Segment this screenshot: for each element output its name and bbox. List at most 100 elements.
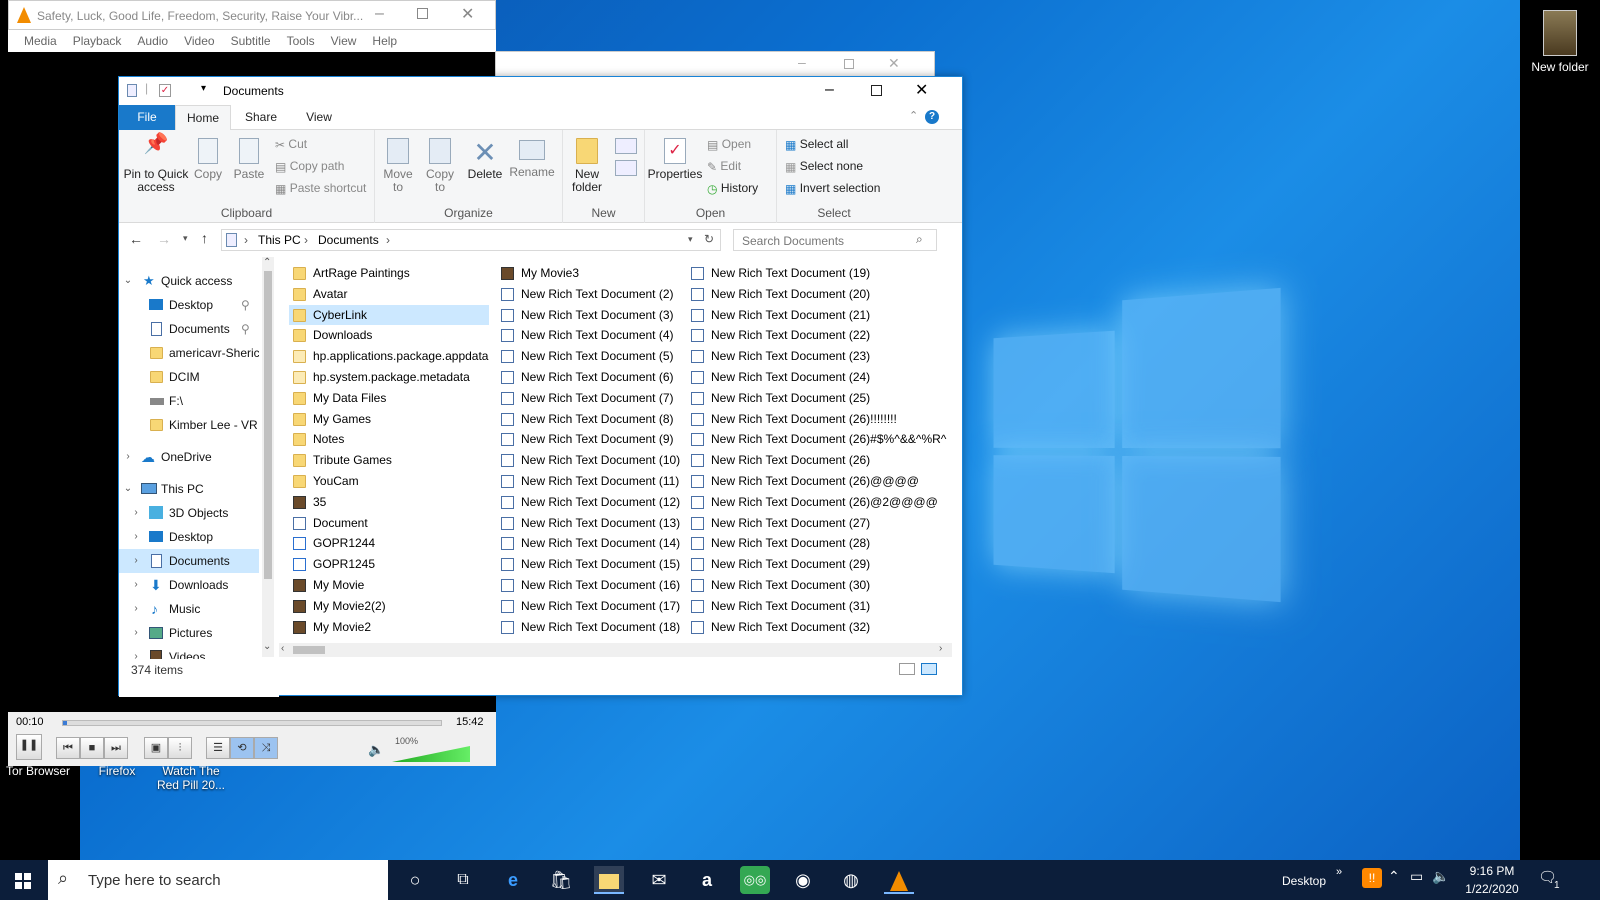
stop-button[interactable]: ■ bbox=[80, 737, 104, 759]
nav-quick-access[interactable]: ⌄ ★ Quick access bbox=[119, 269, 259, 293]
nav-3d-objects[interactable]: › 3D Objects bbox=[119, 501, 259, 525]
history-button[interactable]: ◷ History bbox=[707, 178, 758, 198]
scroll-down-icon[interactable]: ⌄ bbox=[263, 641, 271, 652]
file-item[interactable]: New Rich Text Document (29) bbox=[687, 554, 962, 575]
file-item[interactable]: 35 bbox=[289, 492, 489, 513]
file-item[interactable]: New Rich Text Document (30) bbox=[687, 575, 962, 596]
paste-button[interactable]: Paste bbox=[231, 138, 267, 181]
file-item[interactable]: My Movie2(2) bbox=[289, 596, 489, 617]
previous-button[interactable]: ⏮ bbox=[56, 737, 80, 759]
file-item[interactable]: New Rich Text Document (7) bbox=[497, 388, 679, 409]
desktop-icon-firefox[interactable]: Firefox bbox=[86, 764, 148, 778]
file-item[interactable]: hp.applications.package.appdata bbox=[289, 346, 489, 367]
easy-access-icon[interactable] bbox=[615, 160, 637, 176]
search-box[interactable]: Search Documents ⌕ bbox=[733, 229, 937, 251]
properties-button[interactable]: ✓ Properties bbox=[647, 138, 703, 181]
nav-documents-quick[interactable]: Documents ⚲ bbox=[119, 317, 259, 341]
explorer-title-bar[interactable]: | ✓ ▾ Documents – ✕ bbox=[119, 77, 962, 105]
battery-icon[interactable]: ▭ bbox=[1410, 868, 1423, 885]
file-item[interactable]: ArtRage Paintings bbox=[289, 263, 489, 284]
file-item[interactable]: New Rich Text Document (3) bbox=[497, 305, 679, 326]
horizontal-scrollbar[interactable]: ‹ › bbox=[279, 643, 952, 657]
cut-button[interactable]: ✂ Cut bbox=[275, 134, 307, 154]
crumb-this-pc[interactable]: This PC bbox=[258, 233, 301, 247]
cortana-icon[interactable]: ○ bbox=[400, 866, 430, 894]
collapse-ribbon-icon[interactable]: ⌃ bbox=[909, 109, 918, 122]
select-all-button[interactable]: ▦ Select all bbox=[785, 134, 848, 154]
minimize-button[interactable]: – bbox=[798, 54, 806, 70]
menu-tools[interactable]: Tools bbox=[279, 30, 323, 52]
file-explorer-taskbar-icon[interactable] bbox=[594, 866, 624, 894]
volume-slider[interactable] bbox=[392, 746, 470, 762]
camera-app-icon[interactable]: ◉ bbox=[788, 866, 818, 894]
nav-onedrive[interactable]: › ☁ OneDrive bbox=[119, 445, 259, 469]
tab-share[interactable]: Share bbox=[233, 105, 289, 130]
volume-icon[interactable]: 🔈 bbox=[1432, 868, 1449, 885]
menu-playback[interactable]: Playback bbox=[65, 30, 130, 52]
tripadvisor-icon[interactable]: ◎◎ bbox=[740, 866, 770, 894]
desktop-toolbar-label[interactable]: Desktop bbox=[1282, 874, 1326, 888]
scroll-up-icon[interactable]: ⌃ bbox=[263, 257, 271, 268]
nav-kimber-lee[interactable]: Kimber Lee - VR bbox=[119, 413, 259, 437]
app-tray-icon[interactable]: !! bbox=[1362, 868, 1382, 888]
file-item[interactable]: Notes bbox=[289, 429, 489, 450]
file-item[interactable]: New Rich Text Document (22) bbox=[687, 325, 962, 346]
file-item[interactable]: New Rich Text Document (26)@2@@@@ bbox=[687, 492, 962, 513]
file-item[interactable]: New Rich Text Document (16) bbox=[497, 575, 680, 596]
close-button[interactable]: ✕ bbox=[888, 55, 900, 72]
tab-file[interactable]: File bbox=[119, 105, 175, 130]
file-item[interactable]: Document bbox=[289, 513, 489, 534]
file-item[interactable]: New Rich Text Document (14) bbox=[497, 533, 680, 554]
file-item[interactable]: New Rich Text Document (2) bbox=[497, 284, 679, 305]
nav-scroll-thumb[interactable] bbox=[264, 271, 272, 579]
file-item[interactable]: New Rich Text Document (17) bbox=[497, 596, 680, 617]
file-item[interactable]: New Rich Text Document (27) bbox=[687, 513, 962, 534]
close-button[interactable]: ✕ bbox=[461, 4, 474, 24]
file-item[interactable]: New Rich Text Document (4) bbox=[497, 325, 679, 346]
file-item[interactable]: New Rich Text Document (10) bbox=[497, 450, 680, 471]
edge-icon[interactable]: e bbox=[498, 866, 528, 894]
file-item[interactable]: GOPR1245 bbox=[289, 554, 489, 575]
file-item[interactable]: Downloads bbox=[289, 325, 489, 346]
file-item[interactable]: New Rich Text Document (9) bbox=[497, 429, 679, 450]
checkbox-icon[interactable]: ✓ bbox=[159, 84, 171, 97]
nav-documents-pc[interactable]: › Documents bbox=[119, 549, 259, 573]
file-item[interactable]: New Rich Text Document (28) bbox=[687, 533, 962, 554]
file-item[interactable]: My Data Files bbox=[289, 388, 489, 409]
crumb-documents[interactable]: Documents bbox=[318, 233, 379, 247]
chevron-right-icon[interactable]: › bbox=[386, 233, 390, 247]
move-to-button[interactable]: Move to bbox=[379, 138, 417, 194]
file-item[interactable]: New Rich Text Document (19) bbox=[687, 263, 962, 284]
nav-downloads[interactable]: › ⬇ Downloads bbox=[119, 573, 259, 597]
shuffle-button[interactable]: ⤨ bbox=[254, 737, 278, 759]
copy-button[interactable]: Copy bbox=[191, 138, 225, 181]
taskbar-search-box[interactable]: ⌕ Type here to search bbox=[48, 860, 388, 900]
minimize-button[interactable]: – bbox=[825, 81, 834, 99]
nav-music[interactable]: › ♪ Music bbox=[119, 597, 259, 621]
file-item[interactable]: New Rich Text Document (5) bbox=[497, 346, 679, 367]
nav-desktop[interactable]: Desktop ⚲ bbox=[119, 293, 259, 317]
help-icon[interactable]: ? bbox=[925, 110, 939, 124]
toolbar-expand-icon[interactable]: » bbox=[1336, 866, 1342, 878]
file-item[interactable]: My Movie2 bbox=[289, 617, 489, 638]
refresh-icon[interactable]: ↻ bbox=[704, 232, 714, 246]
nav-americavr[interactable]: americavr-Sheric bbox=[119, 341, 259, 365]
file-item[interactable]: New Rich Text Document (12) bbox=[497, 492, 680, 513]
maximize-button[interactable] bbox=[871, 85, 882, 96]
chevron-right-icon[interactable]: › bbox=[304, 233, 308, 247]
file-item[interactable]: New Rich Text Document (6) bbox=[497, 367, 679, 388]
back-arrow-icon[interactable]: ← bbox=[129, 231, 143, 247]
desktop-icon-new-folder[interactable]: New folder bbox=[1526, 10, 1594, 74]
file-item[interactable]: New Rich Text Document (20) bbox=[687, 284, 962, 305]
file-item[interactable]: YouCam bbox=[289, 471, 489, 492]
file-item[interactable]: New Rich Text Document (8) bbox=[497, 409, 679, 430]
task-view-icon[interactable]: ⧉ bbox=[448, 866, 478, 894]
new-folder-quick-icon[interactable] bbox=[181, 85, 194, 96]
up-arrow-icon[interactable]: ↑ bbox=[201, 230, 208, 246]
file-item[interactable]: My Games bbox=[289, 409, 489, 430]
pause-button[interactable]: ❚❚ bbox=[16, 734, 42, 760]
scroll-left-icon[interactable]: ‹ bbox=[281, 643, 284, 654]
file-item[interactable]: New Rich Text Document (11) bbox=[497, 471, 679, 492]
forward-arrow-icon[interactable]: → bbox=[157, 231, 171, 247]
store-icon[interactable]: 🛍 bbox=[546, 866, 576, 894]
